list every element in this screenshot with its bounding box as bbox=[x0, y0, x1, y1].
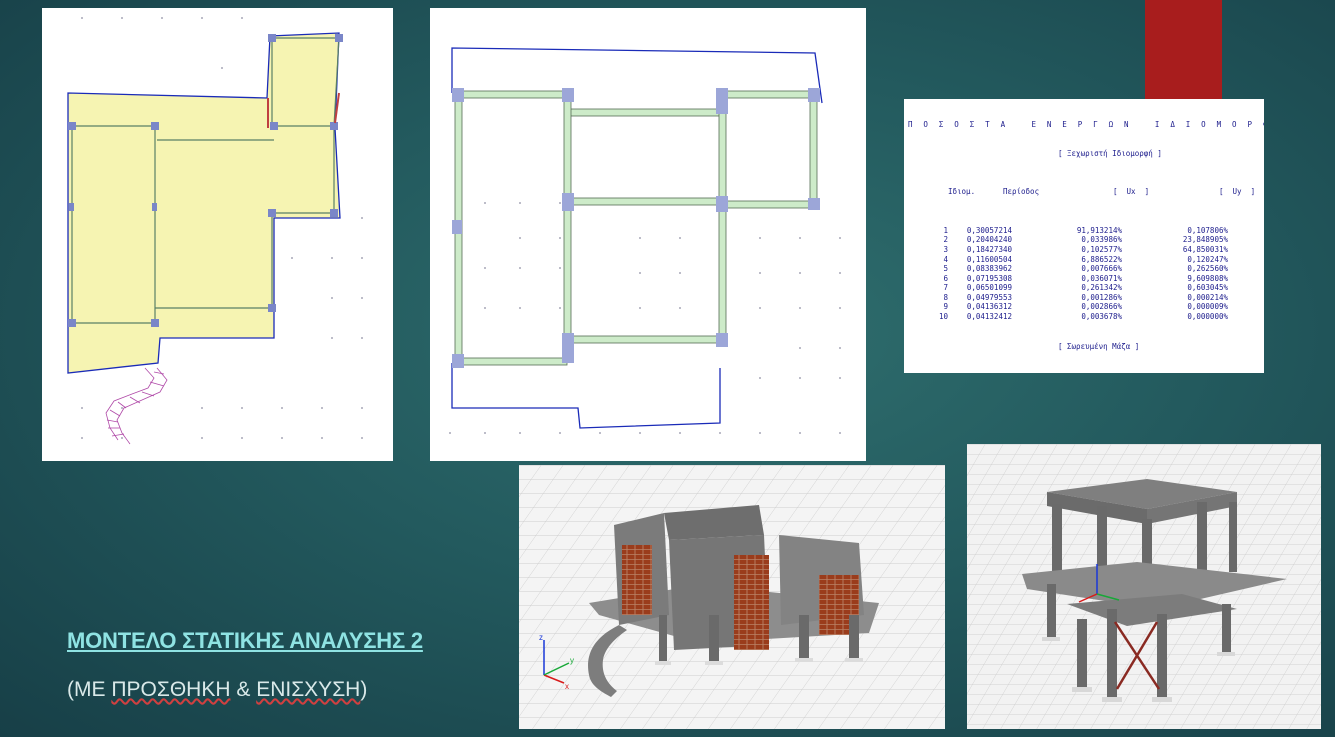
table-cell: 9 bbox=[943, 302, 948, 312]
table-cell: 0,30057214 bbox=[966, 225, 1012, 235]
table-cell: 3 bbox=[943, 244, 948, 254]
table-cell: 23,848905% bbox=[1182, 235, 1228, 245]
table-cell: 0,20404240 bbox=[966, 235, 1012, 245]
slide-title: ΜΟΝΤΕΛΟ ΣΤΑΤΙΚΗΣ ΑΝΑΛΥΣΗΣ 2 bbox=[67, 628, 423, 653]
floor-plan-2 bbox=[430, 8, 866, 461]
table-cell: 0,000009% bbox=[1187, 302, 1228, 312]
table-cell: 0,033986% bbox=[1081, 235, 1122, 245]
table-row: 9 0,04136312 0,002866% 0,000009% bbox=[908, 302, 1264, 312]
table-cell: 91,913214% bbox=[1076, 225, 1122, 235]
table-cell: 1 bbox=[943, 225, 948, 235]
table-cell: 0,06501099 bbox=[966, 283, 1012, 293]
table-cell: 0,000214% bbox=[1187, 292, 1228, 302]
table-cell: 0,120247% bbox=[1187, 254, 1228, 264]
table-cell: 6,886522% bbox=[1081, 254, 1122, 264]
table-cell: 7 bbox=[943, 283, 948, 293]
table-cell: 0,261342% bbox=[1081, 283, 1122, 293]
table-row: 3 0,18427340 0,102577% 64,850031% bbox=[908, 245, 1264, 255]
table-heading: Π Ο Σ Ο Σ Τ Α Ε Ν Ε Ρ Γ Ω Ν Ι Δ Ι Ο Μ Ο … bbox=[908, 120, 1264, 130]
table-header-row: Ιδιομ.Περίοδος[ Ux ][ Uy ] bbox=[908, 371, 1264, 373]
section2-title: [ Σωρευμένη Μάζα ] bbox=[1058, 341, 1140, 351]
axis-z-label: z bbox=[539, 633, 543, 642]
render-3d-model-2 bbox=[967, 444, 1321, 729]
table-cell: 0,000000% bbox=[1187, 312, 1228, 322]
accent-bar bbox=[1145, 0, 1222, 100]
table-cell: 6 bbox=[943, 273, 948, 283]
table-cell: 0,107806% bbox=[1187, 225, 1228, 235]
render-3d-model-1: z x y bbox=[519, 465, 945, 729]
axis-y-label: y bbox=[570, 656, 574, 665]
table-cell: 8 bbox=[943, 292, 948, 302]
table-cell: 5 bbox=[943, 264, 948, 274]
table-row: 2 0,20404240 0,033986% 23,848905% bbox=[908, 235, 1264, 245]
section1-title: [ Ξεχωριστή Ιδιομορφή ] bbox=[1058, 148, 1162, 158]
floor-plan-1 bbox=[42, 8, 393, 461]
table-row: 10 0,04132412 0,003678% 0,000000% bbox=[908, 312, 1264, 322]
table-cell: 0,11600504 bbox=[966, 254, 1012, 264]
table-header-row: Ιδιομ.Περίοδος[ Ux ][ Uy ] bbox=[948, 187, 1256, 197]
table-cell: 64,850031% bbox=[1182, 244, 1228, 254]
table-cell: 9,609808% bbox=[1187, 273, 1228, 283]
table-cell: 0,262560% bbox=[1187, 264, 1228, 274]
table-cell: 0,102577% bbox=[1081, 244, 1122, 254]
modal-mass-table: Π Ο Σ Ο Σ Τ Α Ε Ν Ε Ρ Γ Ω Ν Ι Δ Ι Ο Μ Ο … bbox=[904, 99, 1264, 373]
table-row: 4 0,11600504 6,886522% 0,120247% bbox=[908, 255, 1264, 265]
table-cell: 0,002866% bbox=[1081, 302, 1122, 312]
table-cell: 0,08383962 bbox=[966, 264, 1012, 274]
table-cell: 0,04136312 bbox=[966, 302, 1012, 312]
table-cell: 0,003678% bbox=[1081, 312, 1122, 322]
table-cell: 0,04979553 bbox=[966, 292, 1012, 302]
slide-subtitle: (ΜΕ ΠΡΟΣΘΗΚΗ & ΕΝΙΣΧΥΣΗ) bbox=[67, 678, 368, 701]
table-cell: 4 bbox=[943, 254, 948, 264]
table-row: 7 0,06501099 0,261342% 0,603045% bbox=[908, 283, 1264, 293]
table-row: 5 0,08383962 0,007666% 0,262560% bbox=[908, 264, 1264, 274]
table-cell: 10 bbox=[938, 312, 948, 322]
table-row: 6 0,07195308 0,036071% 9,609808% bbox=[908, 274, 1264, 284]
table-cell: 0,07195308 bbox=[966, 273, 1012, 283]
section1-rows: 1 0,30057214 91,913214% 0,107806% 2 0,2040424… bbox=[908, 226, 1264, 322]
table-cell: 0,001286% bbox=[1081, 292, 1122, 302]
table-row: 1 0,30057214 91,913214% 0,107806% bbox=[908, 226, 1264, 236]
table-cell: 2 bbox=[943, 235, 948, 245]
table-cell: 0,18427340 bbox=[966, 244, 1012, 254]
table-cell: 0,036071% bbox=[1081, 273, 1122, 283]
axis-x-label: x bbox=[565, 682, 569, 691]
table-row: 8 0,04979553 0,001286% 0,000214% bbox=[908, 293, 1264, 303]
table-cell: 0,603045% bbox=[1187, 283, 1228, 293]
table-cell: 0,007666% bbox=[1081, 264, 1122, 274]
table-cell: 0,04132412 bbox=[966, 312, 1012, 322]
